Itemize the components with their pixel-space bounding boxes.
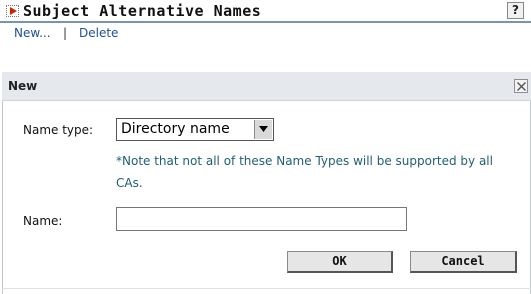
- page-header: Subject Alternative Names ?: [0, 0, 531, 20]
- toolbar-separator: |: [63, 26, 68, 40]
- dialog-title: New: [8, 79, 38, 93]
- new-link[interactable]: New...: [14, 26, 51, 40]
- name-type-select[interactable]: Directory name: [116, 118, 274, 141]
- cancel-button[interactable]: Cancel: [410, 251, 517, 273]
- ok-button[interactable]: OK: [287, 251, 393, 273]
- close-x-icon: [517, 82, 526, 91]
- play-arrow-icon: [6, 5, 19, 17]
- delete-link[interactable]: Delete: [79, 26, 118, 40]
- page-title: Subject Alternative Names: [23, 2, 262, 20]
- help-button[interactable]: ?: [507, 2, 524, 19]
- close-button[interactable]: [514, 79, 528, 93]
- chevron-down-icon: [259, 126, 268, 132]
- dropdown-button[interactable]: [254, 120, 272, 139]
- name-type-label: Name type:: [23, 123, 94, 137]
- toolbar: New... | Delete: [0, 21, 531, 41]
- dialog-bottom-divider: [2, 288, 531, 289]
- name-label: Name:: [23, 214, 63, 228]
- dialog-header: New: [2, 72, 531, 101]
- name-input[interactable]: [116, 207, 407, 231]
- name-type-note: *Note that not all of these Name Types w…: [116, 154, 493, 190]
- name-type-value: Directory name: [121, 121, 230, 137]
